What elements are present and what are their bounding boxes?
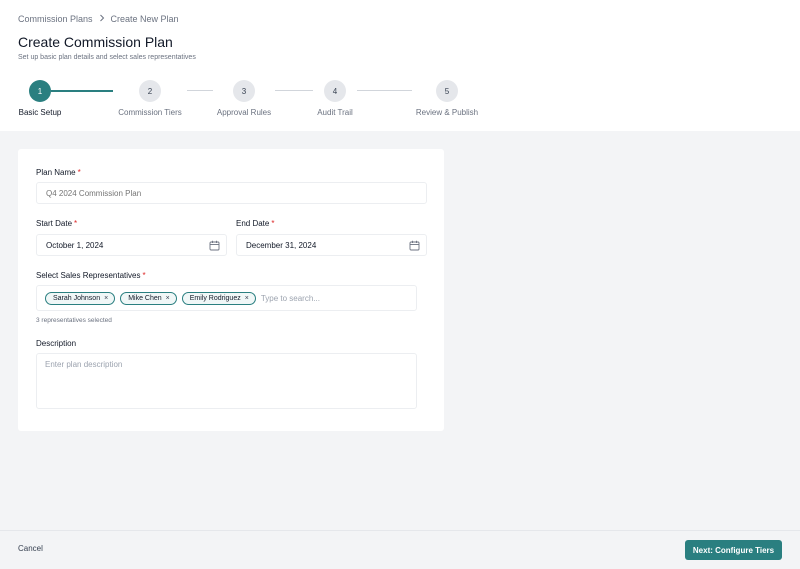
chevron-right-icon bbox=[99, 14, 105, 24]
required-marker: * bbox=[74, 219, 78, 228]
step-2-label: Commission Tiers bbox=[118, 108, 182, 117]
page-subtitle: Set up basic plan details and select sal… bbox=[18, 54, 196, 61]
header-section: Commission Plans Create New Plan Create … bbox=[0, 0, 800, 131]
next-configure-tiers-button[interactable]: Next: Configure Tiers bbox=[685, 540, 782, 560]
step-3-circle[interactable]: 3 bbox=[233, 80, 255, 102]
plan-name-input[interactable] bbox=[36, 182, 427, 204]
reps-selected-count: 3 representatives selected bbox=[36, 317, 112, 324]
breadcrumb: Commission Plans Create New Plan bbox=[18, 14, 179, 24]
required-marker: * bbox=[142, 271, 146, 280]
required-marker: * bbox=[77, 168, 81, 177]
rep-tag-emily-rodriguez: Emily Rodriguez × bbox=[181, 291, 256, 305]
end-date-label: End Date * bbox=[236, 219, 274, 228]
step-5-circle[interactable]: 5 bbox=[436, 80, 458, 102]
sales-reps-label: Select Sales Representatives * bbox=[36, 271, 146, 280]
step-1-circle[interactable]: 1 bbox=[29, 80, 51, 102]
description-textarea[interactable] bbox=[36, 353, 417, 409]
close-icon[interactable]: × bbox=[166, 295, 170, 302]
plan-name-label: Plan Name * bbox=[36, 168, 81, 177]
rep-tag-mike-chen: Mike Chen × bbox=[120, 291, 177, 305]
step-3-label: Approval Rules bbox=[216, 108, 272, 117]
breadcrumb-item-commission-plans[interactable]: Commission Plans bbox=[18, 14, 93, 24]
close-icon[interactable]: × bbox=[104, 295, 108, 302]
required-marker: * bbox=[271, 219, 275, 228]
step-4-label: Audit Trail bbox=[317, 108, 353, 117]
step-connector-4 bbox=[357, 90, 412, 91]
start-date-label: Start Date * bbox=[36, 219, 77, 228]
rep-tag-label: Emily Rodriguez bbox=[189, 294, 241, 302]
rep-tag-label: Sarah Johnson bbox=[53, 294, 101, 302]
rep-tag-label: Mike Chen bbox=[128, 294, 162, 302]
cancel-button[interactable]: Cancel bbox=[18, 544, 43, 553]
step-5-label: Review & Publish bbox=[415, 108, 479, 117]
calendar-icon[interactable] bbox=[209, 240, 220, 251]
breadcrumb-item-create-new-plan: Create New Plan bbox=[110, 14, 179, 24]
end-date-label-text: End Date bbox=[236, 219, 270, 228]
progress-stepper: 1 Basic Setup 2 Commission Tiers 3 Appro… bbox=[0, 80, 800, 120]
end-date-input[interactable]: December 31, 2024 bbox=[236, 234, 427, 256]
step-4-circle[interactable]: 4 bbox=[324, 80, 346, 102]
plan-name-label-text: Plan Name bbox=[36, 168, 76, 177]
rep-search-input[interactable] bbox=[260, 293, 351, 303]
step-1-label: Basic Setup bbox=[18, 108, 62, 117]
basic-setup-form: Plan Name* Start Date* October 1, 2024 E… bbox=[18, 149, 444, 431]
sales-reps-label-text: Select Sales Representatives bbox=[36, 271, 141, 280]
close-icon[interactable]: × bbox=[245, 295, 249, 302]
step-connector-1 bbox=[51, 90, 113, 92]
start-date-input[interactable]: October 1, 2024 bbox=[36, 234, 227, 256]
step-connector-2 bbox=[187, 90, 213, 91]
calendar-icon[interactable] bbox=[409, 240, 420, 251]
sales-reps-multiselect[interactable]: Sarah Johnson × Mike Chen × Emily Rodrig… bbox=[36, 285, 417, 311]
start-date-label-text: Start Date bbox=[36, 219, 73, 228]
step-2-circle[interactable]: 2 bbox=[139, 80, 161, 102]
start-date-value: October 1, 2024 bbox=[46, 240, 104, 250]
step-connector-3 bbox=[275, 90, 313, 91]
end-date-value: December 31, 2024 bbox=[246, 240, 317, 250]
description-label: Description bbox=[36, 339, 77, 348]
footer-bar: Cancel Next: Configure Tiers bbox=[0, 530, 800, 569]
page-title: Create Commission Plan bbox=[18, 34, 173, 50]
rep-tag-sarah-johnson: Sarah Johnson × bbox=[45, 291, 116, 305]
